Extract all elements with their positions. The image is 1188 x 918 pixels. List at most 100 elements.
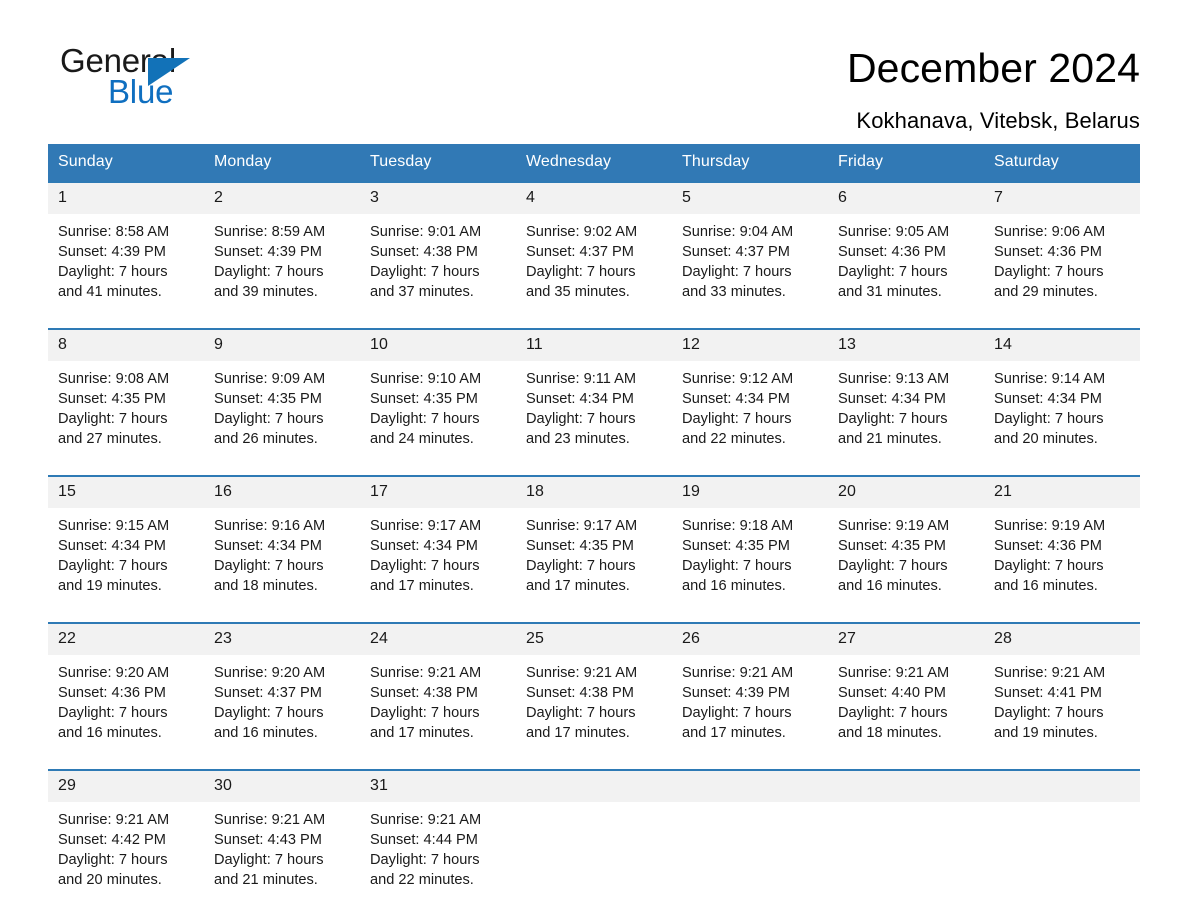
day-number[interactable]: 7 [984, 183, 1140, 214]
day-number-row: 22 23 24 25 26 27 28 [48, 624, 1140, 655]
day-number[interactable]: 13 [828, 330, 984, 361]
day-sunset-text: Sunset: 4:37 PM [526, 244, 634, 260]
day-number[interactable]: 8 [48, 330, 204, 361]
calendar-header-row: Sunday Monday Tuesday Wednesday Thursday… [48, 144, 1140, 182]
day-number[interactable]: 30 [204, 771, 360, 802]
day-daylight-text: Daylight: 7 hours [994, 264, 1104, 280]
day-sunrise-text: Sunrise: 9:06 AM [994, 224, 1106, 240]
day-cell[interactable]: Sunrise: 9:21 AM Sunset: 4:39 PM Daylight:… [672, 655, 828, 770]
day-number[interactable]: 10 [360, 330, 516, 361]
day-cell[interactable]: Sunrise: 9:20 AM Sunset: 4:36 PM Daylight:… [48, 655, 204, 770]
day-sunset-text: Sunset: 4:34 PM [838, 391, 946, 407]
day-cell[interactable]: Sunrise: 9:21 AM Sunset: 4:44 PM Daylight:… [360, 802, 516, 916]
day-cell[interactable]: Sunrise: 9:18 AM Sunset: 4:35 PM Daylight:… [672, 508, 828, 623]
day-cell[interactable]: Sunrise: 9:13 AM Sunset: 4:34 PM Daylight:… [828, 361, 984, 476]
day-number[interactable]: 22 [48, 624, 204, 655]
day-cell[interactable]: Sunrise: 9:21 AM Sunset: 4:38 PM Daylight:… [360, 655, 516, 770]
day-number[interactable]: 27 [828, 624, 984, 655]
day-sunrise-text: Sunrise: 9:17 AM [526, 518, 638, 534]
day-sunrise-text: Sunrise: 9:14 AM [994, 371, 1106, 387]
day-cell[interactable]: Sunrise: 9:21 AM Sunset: 4:41 PM Daylight:… [984, 655, 1140, 770]
day-cell[interactable]: Sunrise: 9:08 AM Sunset: 4:35 PM Daylight:… [48, 361, 204, 476]
day-sunset-text: Sunset: 4:40 PM [838, 685, 946, 701]
day-cell[interactable]: Sunrise: 9:02 AM Sunset: 4:37 PM Daylight:… [516, 214, 672, 329]
day-daylight-text: Daylight: 7 hours [526, 411, 636, 427]
day-number[interactable]: 25 [516, 624, 672, 655]
day-sunset-text: Sunset: 4:36 PM [58, 685, 166, 701]
day-cell[interactable]: Sunrise: 9:11 AM Sunset: 4:34 PM Daylight:… [516, 361, 672, 476]
day-number[interactable]: 19 [672, 477, 828, 508]
day-number[interactable]: 20 [828, 477, 984, 508]
day-number[interactable]: 3 [360, 183, 516, 214]
day-cell[interactable]: Sunrise: 9:05 AM Sunset: 4:36 PM Daylight:… [828, 214, 984, 329]
weekday-header-saturday: Saturday [984, 144, 1140, 182]
day-number[interactable]: 17 [360, 477, 516, 508]
day-number[interactable]: 9 [204, 330, 360, 361]
day-number[interactable]: 12 [672, 330, 828, 361]
day-number[interactable]: 21 [984, 477, 1140, 508]
day-daylight-text: Daylight: 7 hours [682, 264, 792, 280]
general-blue-logo[interactable]: General Blue [48, 44, 268, 114]
day-cell[interactable]: Sunrise: 9:21 AM Sunset: 4:43 PM Daylight:… [204, 802, 360, 916]
day-number[interactable]: 1 [48, 183, 204, 214]
day-number[interactable]: 4 [516, 183, 672, 214]
day-cell[interactable]: Sunrise: 8:58 AM Sunset: 4:39 PM Daylight:… [48, 214, 204, 329]
day-number[interactable]: 28 [984, 624, 1140, 655]
day-cell[interactable]: Sunrise: 9:12 AM Sunset: 4:34 PM Daylight:… [672, 361, 828, 476]
day-cell-empty [672, 802, 828, 916]
calendar-table: Sunday Monday Tuesday Wednesday Thursday… [48, 144, 1140, 916]
weekday-header-monday: Monday [204, 144, 360, 182]
day-number[interactable]: 14 [984, 330, 1140, 361]
day-daylight-text: and 16 minutes. [214, 725, 318, 741]
day-info-row: Sunrise: 9:20 AM Sunset: 4:36 PM Daylight:… [48, 655, 1140, 770]
day-cell[interactable]: Sunrise: 8:59 AM Sunset: 4:39 PM Daylight:… [204, 214, 360, 329]
day-sunset-text: Sunset: 4:34 PM [214, 538, 322, 554]
day-cell[interactable]: Sunrise: 9:21 AM Sunset: 4:38 PM Daylight:… [516, 655, 672, 770]
day-number[interactable]: 16 [204, 477, 360, 508]
day-info-row: Sunrise: 9:21 AM Sunset: 4:42 PM Daylight:… [48, 802, 1140, 916]
day-sunset-text: Sunset: 4:34 PM [526, 391, 634, 407]
day-daylight-text: and 16 minutes. [58, 725, 162, 741]
day-cell[interactable]: Sunrise: 9:19 AM Sunset: 4:35 PM Daylight:… [828, 508, 984, 623]
day-number[interactable]: 26 [672, 624, 828, 655]
day-info-row: Sunrise: 8:58 AM Sunset: 4:39 PM Daylight:… [48, 214, 1140, 329]
day-cell[interactable]: Sunrise: 9:06 AM Sunset: 4:36 PM Daylight:… [984, 214, 1140, 329]
day-cell[interactable]: Sunrise: 9:20 AM Sunset: 4:37 PM Daylight:… [204, 655, 360, 770]
day-cell[interactable]: Sunrise: 9:01 AM Sunset: 4:38 PM Daylight:… [360, 214, 516, 329]
day-number[interactable]: 18 [516, 477, 672, 508]
calendar-page: General Blue December 2024 Kokhanava, Vi… [0, 0, 1188, 918]
day-daylight-text: Daylight: 7 hours [58, 264, 168, 280]
day-daylight-text: and 41 minutes. [58, 284, 162, 300]
day-number-row: 1234567 [48, 183, 1140, 214]
day-number[interactable]: 15 [48, 477, 204, 508]
day-number[interactable]: 6 [828, 183, 984, 214]
day-cell[interactable]: Sunrise: 9:17 AM Sunset: 4:34 PM Daylight:… [360, 508, 516, 623]
day-number[interactable]: 31 [360, 771, 516, 802]
day-cell[interactable]: Sunrise: 9:17 AM Sunset: 4:35 PM Daylight:… [516, 508, 672, 623]
day-cell[interactable]: Sunrise: 9:14 AM Sunset: 4:34 PM Daylight:… [984, 361, 1140, 476]
day-cell[interactable]: Sunrise: 9:15 AM Sunset: 4:34 PM Daylight:… [48, 508, 204, 623]
day-cell[interactable]: Sunrise: 9:21 AM Sunset: 4:42 PM Daylight:… [48, 802, 204, 916]
day-number[interactable]: 11 [516, 330, 672, 361]
day-daylight-text: Daylight: 7 hours [370, 558, 480, 574]
day-cell[interactable]: Sunrise: 9:04 AM Sunset: 4:37 PM Daylight:… [672, 214, 828, 329]
day-number[interactable]: 24 [360, 624, 516, 655]
day-cell[interactable]: Sunrise: 9:09 AM Sunset: 4:35 PM Daylight:… [204, 361, 360, 476]
day-daylight-text: Daylight: 7 hours [526, 264, 636, 280]
day-number[interactable]: 5 [672, 183, 828, 214]
day-cell[interactable]: Sunrise: 9:21 AM Sunset: 4:40 PM Daylight:… [828, 655, 984, 770]
day-number[interactable]: 23 [204, 624, 360, 655]
day-sunset-text: Sunset: 4:36 PM [838, 244, 946, 260]
day-daylight-text: Daylight: 7 hours [994, 411, 1104, 427]
day-cell[interactable]: Sunrise: 9:16 AM Sunset: 4:34 PM Daylight:… [204, 508, 360, 623]
day-number-empty [516, 771, 672, 802]
day-sunset-text: Sunset: 4:35 PM [58, 391, 166, 407]
day-sunrise-text: Sunrise: 9:13 AM [838, 371, 950, 387]
day-cell[interactable]: Sunrise: 9:10 AM Sunset: 4:35 PM Daylight:… [360, 361, 516, 476]
day-cell[interactable]: Sunrise: 9:19 AM Sunset: 4:36 PM Daylight:… [984, 508, 1140, 623]
day-sunrise-text: Sunrise: 9:19 AM [994, 518, 1106, 534]
weekday-header-tuesday: Tuesday [360, 144, 516, 182]
day-number[interactable]: 2 [204, 183, 360, 214]
day-number[interactable]: 29 [48, 771, 204, 802]
day-daylight-text: Daylight: 7 hours [370, 852, 480, 868]
